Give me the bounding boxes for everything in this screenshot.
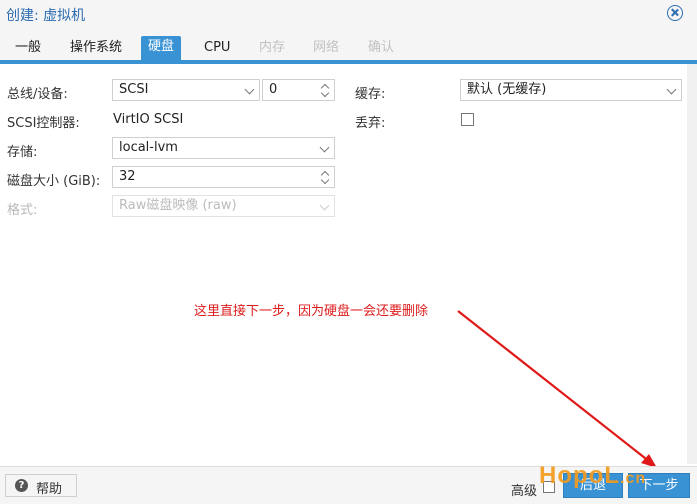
controller-label: SCSI控制器: (7, 116, 80, 131)
help-button[interactable]: ? 帮助 (5, 474, 77, 497)
bus-label: 总线/设备: (7, 87, 68, 102)
cache-label: 缓存: (355, 87, 386, 102)
spin-down-icon[interactable] (320, 175, 330, 185)
question-circle-icon: ? (15, 479, 28, 492)
discard-checkbox[interactable] (461, 113, 474, 126)
storage-value: local-lvm (119, 140, 178, 155)
chevron-down-icon (244, 84, 255, 95)
format-select: Raw磁盘映像 (raw) (112, 195, 335, 217)
device-value: 0 (269, 82, 278, 97)
advanced-label: 高级 (511, 484, 538, 499)
tab-network: 网络 (313, 40, 340, 55)
scrollbar[interactable] (687, 64, 697, 464)
watermark-logo: HopoL.cn (539, 462, 646, 490)
format-value: Raw磁盘映像 (raw) (119, 198, 237, 213)
annotation-text: 这里直接下一步，因为硬盘一会还要删除 (194, 304, 429, 319)
help-label: 帮助 (36, 482, 63, 497)
watermark-small: .cn (619, 470, 647, 487)
tab-general[interactable]: 一般 (8, 37, 48, 59)
dialog-titlebar: 创建: 虚拟机 (0, 0, 697, 30)
discard-label: 丢弃: (355, 116, 386, 131)
tab-disk[interactable]: 硬盘 (141, 36, 182, 61)
close-icon[interactable] (667, 5, 683, 21)
disk-size-label: 磁盘大小 (GiB): (7, 174, 101, 189)
chevron-down-icon (319, 142, 330, 153)
device-number-stepper[interactable]: 0 (262, 79, 335, 101)
tab-confirm: 确认 (368, 40, 395, 55)
cache-value: 默认 (无缓存) (467, 82, 547, 97)
disk-size-value: 32 (119, 169, 136, 184)
chevron-down-icon (666, 84, 677, 95)
cache-select[interactable]: 默认 (无缓存) (460, 79, 682, 101)
tab-memory: 内存 (259, 40, 286, 55)
tab-os[interactable]: 操作系统 (63, 37, 129, 59)
controller-value: VirtIO SCSI (113, 112, 184, 127)
tab-cpu[interactable]: CPU (197, 37, 237, 59)
bus-select[interactable]: SCSI (112, 79, 260, 101)
bus-value: SCSI (119, 82, 149, 97)
spin-down-icon[interactable] (320, 88, 330, 98)
dialog-title: 创建: 虚拟机 (6, 8, 86, 24)
chevron-down-icon (319, 200, 330, 211)
storage-select[interactable]: local-lvm (112, 137, 335, 159)
format-label: 格式: (7, 203, 38, 218)
wizard-tabbar: 一般 操作系统 硬盘 CPU 内存 网络 确认 (0, 30, 697, 64)
watermark-main: HopoL (539, 462, 620, 489)
disk-size-stepper[interactable]: 32 (112, 166, 335, 188)
annotation-arrow (457, 310, 657, 468)
storage-label: 存储: (7, 145, 38, 160)
